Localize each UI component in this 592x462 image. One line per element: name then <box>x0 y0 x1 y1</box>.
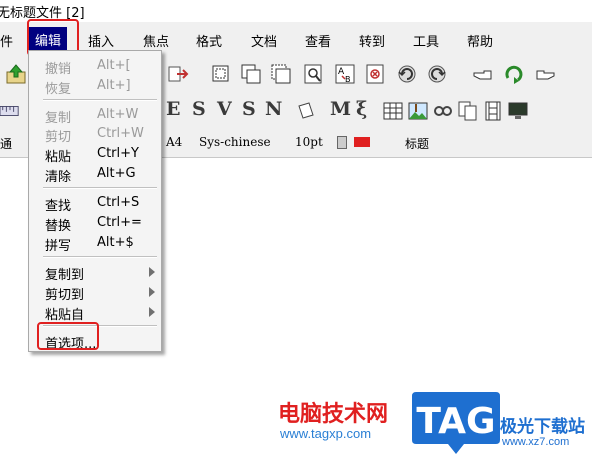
rotate-left-icon[interactable] <box>395 62 419 86</box>
film-icon[interactable] <box>481 99 505 123</box>
menu-separator <box>43 187 157 189</box>
color-swatch[interactable] <box>337 136 347 149</box>
menu-insert[interactable]: 插入 <box>88 31 114 50</box>
glyph-s-button[interactable]: S <box>192 98 206 120</box>
submenu-arrow-icon <box>149 287 155 297</box>
menu-document[interactable]: 文档 <box>251 31 277 50</box>
hand-left-icon[interactable] <box>471 62 495 86</box>
open-file-icon[interactable] <box>4 62 28 86</box>
replace-ab-icon[interactable]: AB <box>333 62 357 86</box>
link-icon[interactable] <box>431 99 455 123</box>
font-select[interactable]: Sys-chinese <box>199 135 271 149</box>
frame-layer-icon[interactable] <box>269 62 293 86</box>
menu-separator <box>43 99 157 101</box>
table-icon[interactable] <box>381 99 405 123</box>
menu-edit[interactable]: 编辑 <box>29 27 68 51</box>
menu-view[interactable]: 查看 <box>305 31 331 50</box>
menu-separator <box>43 256 157 258</box>
frame-icon[interactable] <box>209 62 233 86</box>
glyph-s2-button[interactable]: S <box>242 98 256 120</box>
watermark-url: www.tagxp.com <box>280 426 372 441</box>
pages-icon[interactable] <box>456 99 480 123</box>
menu-item-undo[interactable]: 撤销 Alt+[ <box>29 56 161 77</box>
menu-item-paste[interactable]: 粘贴 Ctrl+Y <box>29 144 161 165</box>
menu-tools[interactable]: 工具 <box>413 31 439 50</box>
paragraph-style-select[interactable]: 标题 <box>405 135 429 152</box>
menu-item-redo[interactable]: 恢复 Alt+] <box>29 76 161 97</box>
font-size-select[interactable]: 10pt <box>295 135 323 149</box>
glyph-m-button[interactable]: M <box>330 98 351 120</box>
watermark-site-url: www.xz7.com <box>502 436 570 448</box>
submenu-arrow-icon <box>149 267 155 277</box>
submenu-arrow-icon <box>149 307 155 317</box>
rotate-right-icon[interactable] <box>425 62 449 86</box>
export-icon[interactable] <box>166 62 190 86</box>
menu-separator <box>43 325 157 327</box>
menu-focus[interactable]: 焦点 <box>143 31 169 50</box>
menu-item-cut[interactable]: 剪切 Ctrl+W <box>29 124 161 145</box>
glyph-e-button[interactable]: E <box>166 98 180 120</box>
menu-item-paste-from[interactable]: 粘贴自 <box>29 302 161 323</box>
menu-item-replace[interactable]: 替换 Ctrl+= <box>29 213 161 234</box>
format-bar-left-text: 通 <box>0 137 13 151</box>
hand-right-icon[interactable] <box>533 62 557 86</box>
menu-item-preferences[interactable]: 首选项... <box>29 331 161 352</box>
menu-item-find[interactable]: 查找 Ctrl+S <box>29 193 161 214</box>
image-icon[interactable] <box>406 99 430 123</box>
frame-copy-icon[interactable] <box>239 62 263 86</box>
watermark-logo: TAG <box>412 392 500 454</box>
watermark-site: 极光下载站 <box>500 417 585 437</box>
flag-icon[interactable] <box>354 137 370 147</box>
app-window: 无标题文件 [2] 件 编辑 插入 焦点 格式 文档 查看 转到 工具 帮助 A… <box>0 0 592 462</box>
menu-help[interactable]: 帮助 <box>467 31 493 50</box>
window-title: 无标题文件 [2] <box>0 6 85 21</box>
monitor-icon[interactable] <box>506 99 530 123</box>
edit-dropdown-menu: 撤销 Alt+[ 恢复 Alt+] 复制 Alt+W 剪切 Ctrl+W 粘贴 … <box>28 50 162 352</box>
glyph-xi-button[interactable]: ξ <box>356 98 367 120</box>
menu-item-cut-to[interactable]: 剪切到 <box>29 282 161 303</box>
note-icon[interactable] <box>294 99 318 123</box>
menu-file[interactable]: 件 <box>0 31 13 50</box>
menu-goto[interactable]: 转到 <box>359 31 385 50</box>
menu-format[interactable]: 格式 <box>196 31 222 50</box>
delete-search-icon[interactable] <box>364 62 388 86</box>
menu-item-spell[interactable]: 拼写 Alt+$ <box>29 233 161 254</box>
menu-item-copy[interactable]: 复制 Alt+W <box>29 105 161 126</box>
zoom-icon[interactable] <box>302 62 326 86</box>
watermark-text: 电脑技术网 <box>278 402 389 427</box>
watermark-logo-text: TAG <box>416 401 495 442</box>
glyph-n-button[interactable]: N <box>265 98 282 120</box>
svg-text:B: B <box>345 75 351 84</box>
menu-item-clear[interactable]: 清除 Alt+G <box>29 164 161 185</box>
page-size-select[interactable]: A4 <box>166 135 182 149</box>
menu-item-copy-to[interactable]: 复制到 <box>29 262 161 283</box>
refresh-icon[interactable] <box>502 62 526 86</box>
title-bar: 无标题文件 [2] <box>0 0 592 22</box>
ruler-icon[interactable] <box>0 99 20 123</box>
svg-text:A: A <box>338 67 345 77</box>
glyph-v-button[interactable]: V <box>217 98 232 120</box>
